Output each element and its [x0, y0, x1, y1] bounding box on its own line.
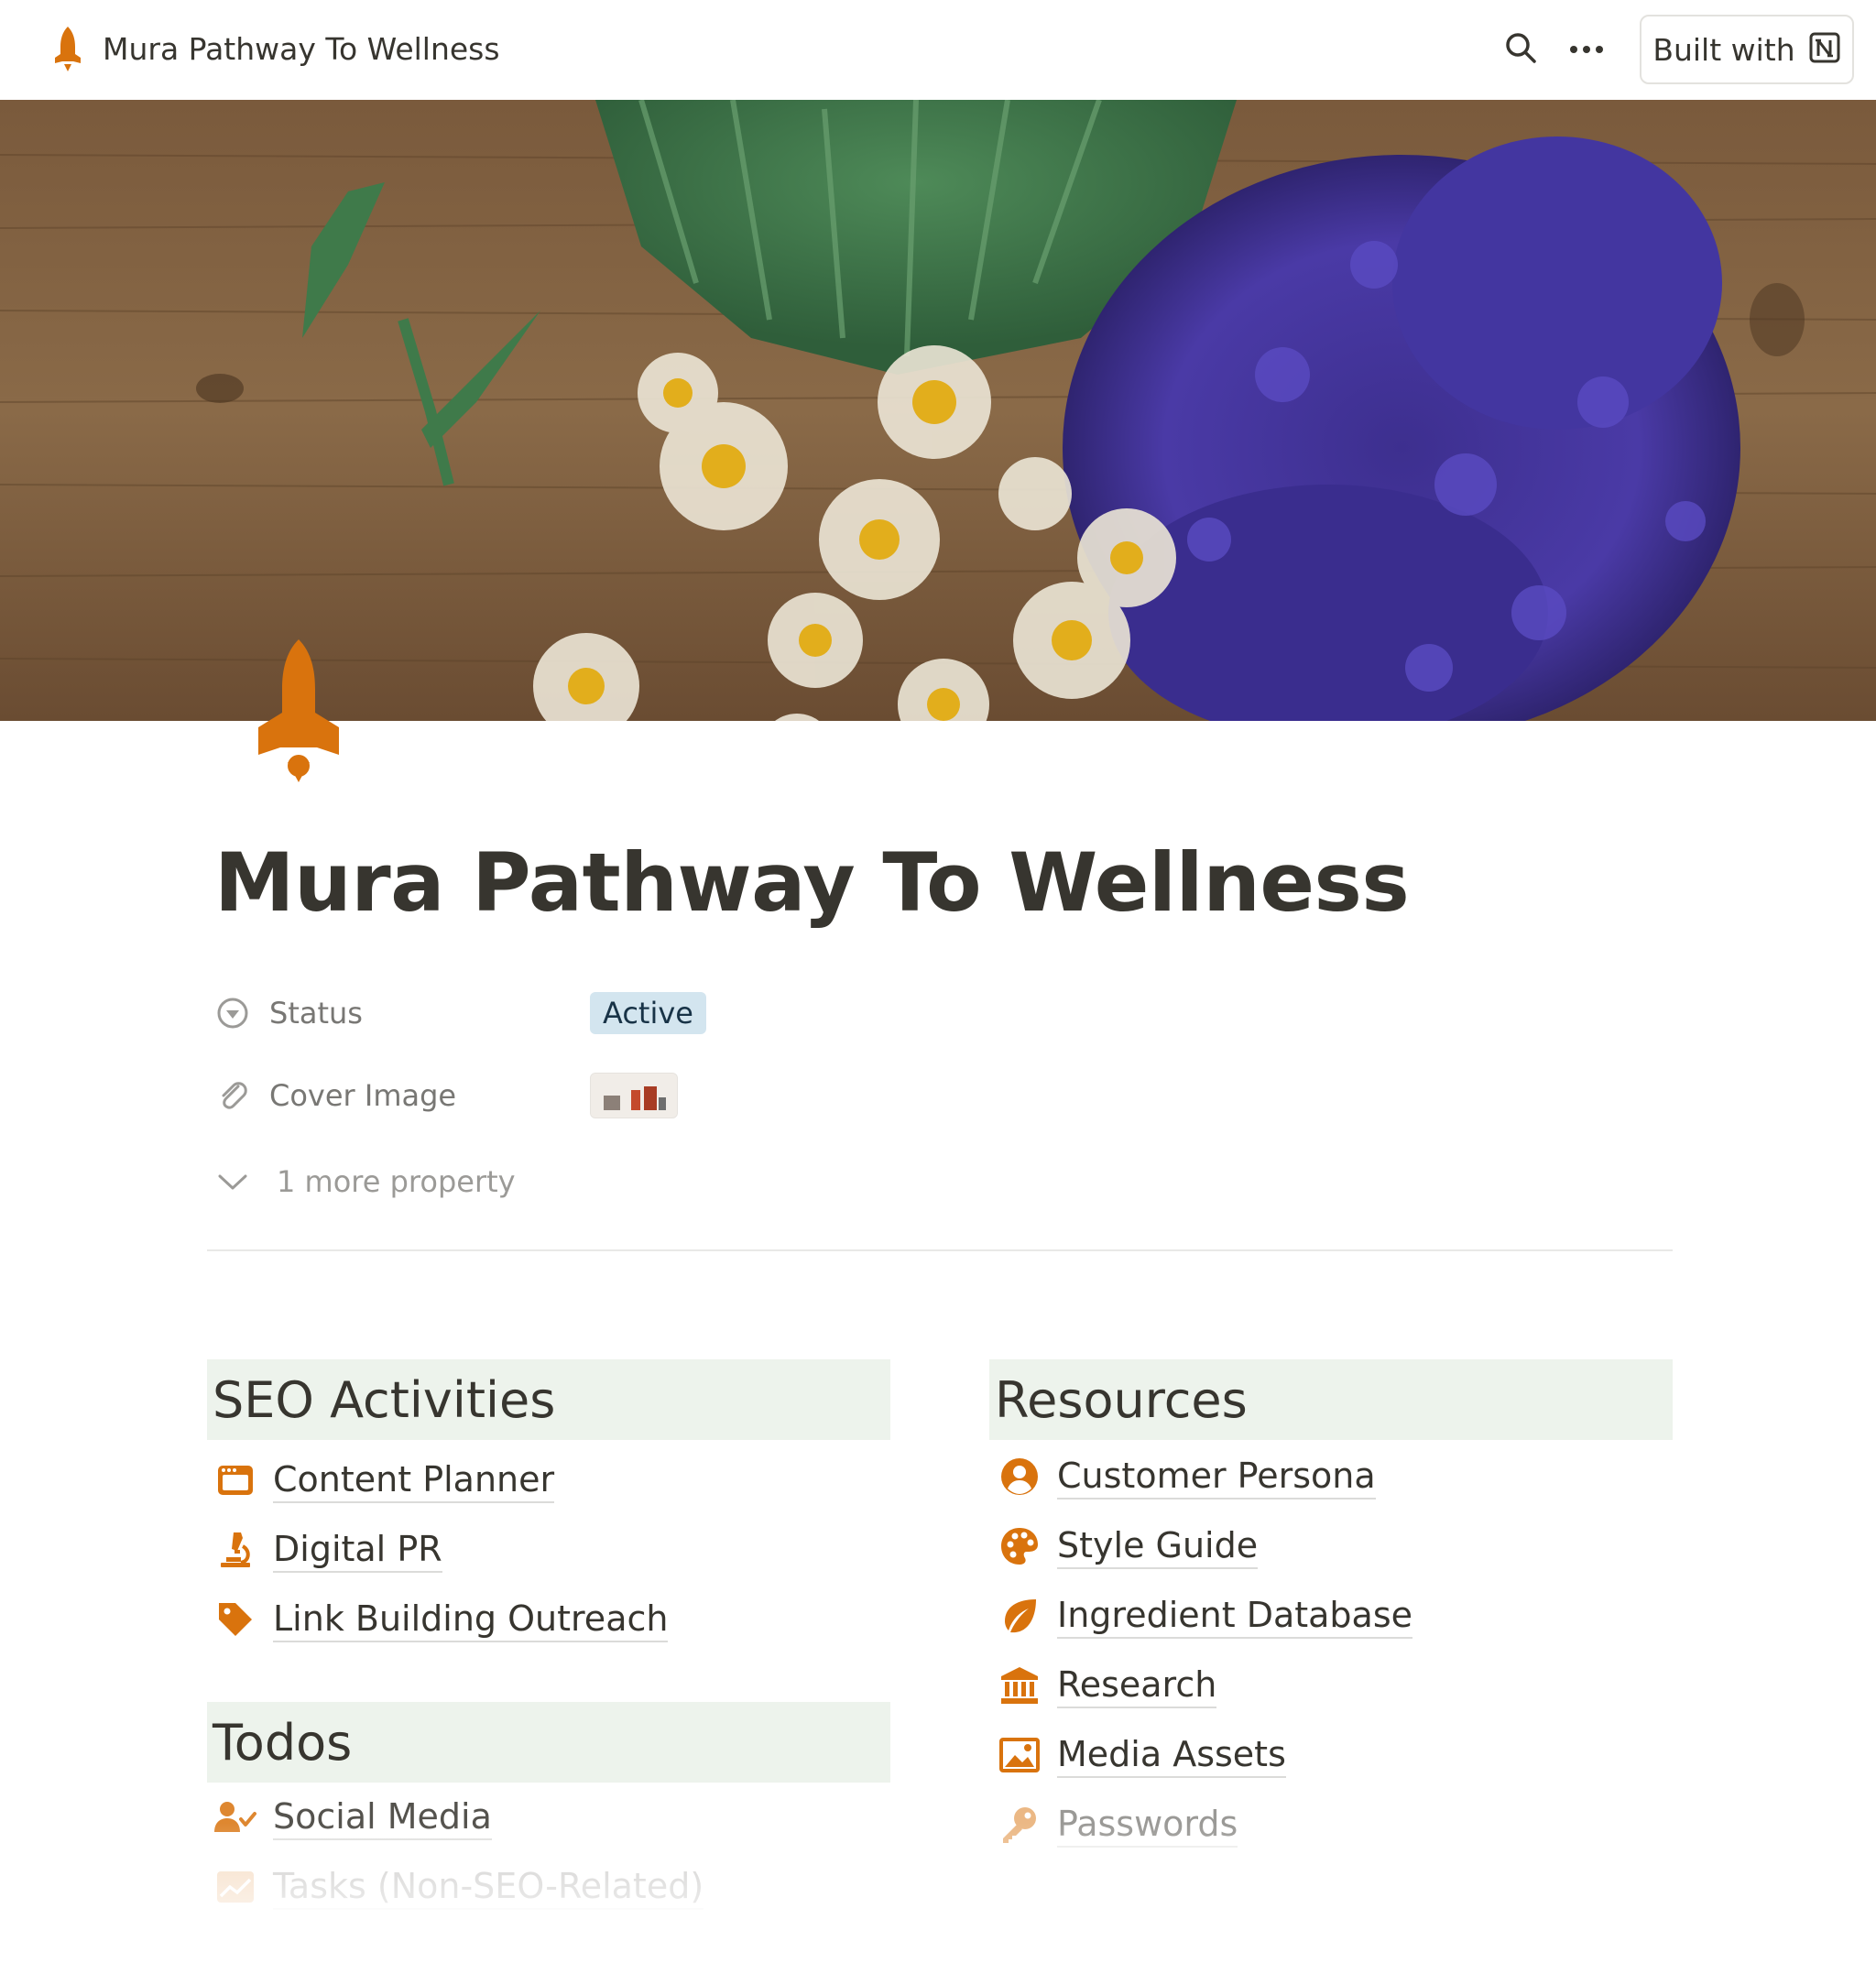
link-research[interactable]: Research	[998, 1658, 1217, 1713]
page-title: Mura Pathway To Wellness	[214, 835, 1410, 930]
link-social-media[interactable]: Social Media	[214, 1790, 492, 1845]
link-label: Customer Persona	[1057, 1454, 1376, 1500]
resources-title: Resources	[995, 1370, 1248, 1429]
bank-icon	[998, 1664, 1041, 1707]
user-circle-icon	[998, 1456, 1041, 1498]
link-label: Social Media	[273, 1794, 492, 1840]
link-tasks-non-seo[interactable]: Tasks (Non-SEO-Related)	[214, 1859, 704, 1914]
more-properties-label: 1 more property	[277, 1164, 516, 1199]
user-check-icon	[214, 1796, 256, 1838]
seo-activities-title: SEO Activities	[213, 1370, 556, 1429]
cover-image-property[interactable]: Cover Image	[214, 1070, 678, 1121]
link-label: Media Assets	[1057, 1732, 1286, 1778]
search-button[interactable]	[1497, 26, 1544, 73]
status-icon	[214, 995, 251, 1031]
link-label: Passwords	[1057, 1802, 1238, 1848]
breadcrumb[interactable]: Mura Pathway To Wellness	[40, 20, 509, 77]
calendar-window-icon	[214, 1459, 256, 1501]
palette-icon	[998, 1525, 1041, 1567]
cover-image-label: Cover Image	[269, 1078, 457, 1113]
todos-title: Todos	[213, 1713, 353, 1772]
leaf-icon	[998, 1595, 1041, 1637]
link-content-planner[interactable]: Content Planner	[214, 1453, 555, 1508]
link-passwords[interactable]: Passwords	[998, 1797, 1238, 1852]
divider	[207, 1249, 1673, 1251]
status-label: Status	[269, 996, 363, 1031]
link-style-guide[interactable]: Style Guide	[998, 1519, 1259, 1574]
link-ingredient-database[interactable]: Ingredient Database	[998, 1588, 1413, 1643]
rocket-icon	[49, 25, 86, 72]
link-label: Digital PR	[273, 1527, 442, 1573]
chart-icon	[214, 1866, 256, 1908]
link-label: Tasks (Non-SEO-Related)	[273, 1864, 704, 1910]
chevron-down-icon	[214, 1163, 251, 1200]
tag-icon	[214, 1598, 256, 1641]
link-label: Research	[1057, 1663, 1217, 1708]
cover-image-thumbnail[interactable]	[590, 1073, 678, 1118]
link-digital-pr[interactable]: Digital PR	[214, 1522, 442, 1577]
breadcrumb-title: Mura Pathway To Wellness	[103, 30, 500, 67]
link-label: Link Building Outreach	[273, 1597, 669, 1642]
link-label: Ingredient Database	[1057, 1593, 1413, 1639]
built-with-label: Built with	[1652, 31, 1795, 68]
image-icon	[998, 1734, 1041, 1776]
status-property[interactable]: Status Active	[214, 987, 706, 1039]
link-label: Content Planner	[273, 1457, 555, 1503]
link-label: Style Guide	[1057, 1523, 1259, 1569]
search-icon	[1504, 31, 1537, 68]
notion-logo-icon	[1808, 31, 1841, 68]
cover-image	[0, 100, 1876, 721]
seo-activities-heading: SEO Activities	[207, 1359, 890, 1440]
todos-heading: Todos	[207, 1702, 890, 1783]
key-icon	[998, 1804, 1041, 1846]
more-icon	[1568, 41, 1605, 59]
resources-heading: Resources	[989, 1359, 1673, 1440]
link-media-assets[interactable]: Media Assets	[998, 1728, 1286, 1783]
link-link-building-outreach[interactable]: Link Building Outreach	[214, 1592, 669, 1647]
top-bar: Mura Pathway To Wellness Built with	[0, 0, 1876, 100]
built-with-notion-button[interactable]: Built with	[1640, 15, 1854, 84]
more-options-button[interactable]	[1563, 26, 1610, 73]
link-customer-persona[interactable]: Customer Persona	[998, 1449, 1376, 1504]
status-badge[interactable]: Active	[590, 992, 706, 1034]
more-properties-toggle[interactable]: 1 more property	[214, 1156, 516, 1207]
paperclip-icon	[214, 1077, 251, 1114]
rocket-icon	[251, 636, 346, 797]
microscope-icon	[214, 1529, 256, 1571]
